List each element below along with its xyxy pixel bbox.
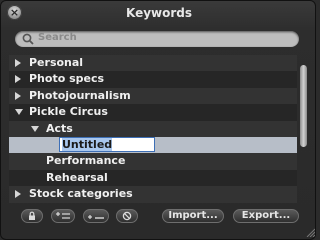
lock-icon [29, 211, 35, 220]
scrollbar-thumb[interactable] [300, 65, 307, 147]
keyword-label: Rehearsal [46, 170, 108, 184]
keyword-label: Personal [29, 56, 84, 69]
import-button[interactable]: Import... [162, 209, 224, 223]
list-item[interactable]: Photo specs [9, 71, 297, 88]
list-item[interactable]: Stock categories [9, 186, 297, 203]
list-item[interactable]: Rehearsal [9, 169, 297, 187]
keyword-edit-text: Untitled [62, 138, 113, 151]
disclosure-triangle-collapsed[interactable] [15, 190, 21, 199]
list-item-selected[interactable]: Untitled [9, 137, 297, 154]
vertical-scrollbar[interactable] [299, 57, 309, 203]
keyword-label: Photo specs [29, 72, 105, 86]
keyword-label: Acts [46, 121, 73, 135]
disclosure-triangle-collapsed[interactable] [15, 91, 21, 100]
keyword-label: Pickle Circus [29, 105, 108, 119]
list-item[interactable]: Performance [9, 153, 297, 170]
keyword-list[interactable]: Personal Photo specs Photojournalism Pic… [9, 55, 297, 203]
remove-keyword-icon [122, 211, 132, 221]
remove-keyword-button[interactable] [116, 209, 138, 223]
keyword-edit-field[interactable]: Untitled [59, 137, 155, 152]
disclosure-triangle-expanded[interactable] [15, 109, 23, 116]
list-item[interactable]: Personal [9, 55, 297, 72]
add-subkeyword-button[interactable] [83, 209, 109, 223]
search-icon [22, 33, 34, 45]
disclosure-triangle-collapsed[interactable] [15, 59, 21, 67]
keywords-window: × Keywords Search Personal Photo specs P… [0, 0, 316, 240]
search-input[interactable]: Search [15, 31, 299, 47]
keyword-label: Performance [46, 154, 126, 168]
list-item[interactable]: Acts [9, 120, 297, 137]
window-title: Keywords [125, 6, 193, 20]
disclosure-triangle-expanded[interactable] [31, 125, 39, 132]
list-item[interactable]: Photojournalism [9, 87, 297, 105]
keyword-label: Stock categories [29, 187, 133, 201]
keyword-label: Photojournalism [29, 88, 131, 102]
list-item[interactable]: Pickle Circus [9, 104, 297, 121]
add-keyword-icon [56, 212, 70, 219]
disclosure-triangle-collapsed[interactable] [15, 75, 21, 84]
bottom-toolbar: Import... Export... [1, 205, 317, 239]
search-placeholder: Search [38, 32, 77, 43]
add-keyword-button[interactable] [51, 209, 75, 223]
resize-grip-icon[interactable] [305, 227, 315, 237]
add-subkeyword-icon [88, 215, 104, 219]
title-bar[interactable]: × Keywords [1, 1, 317, 25]
export-button[interactable]: Export... [233, 209, 299, 223]
lock-button[interactable] [21, 209, 43, 223]
